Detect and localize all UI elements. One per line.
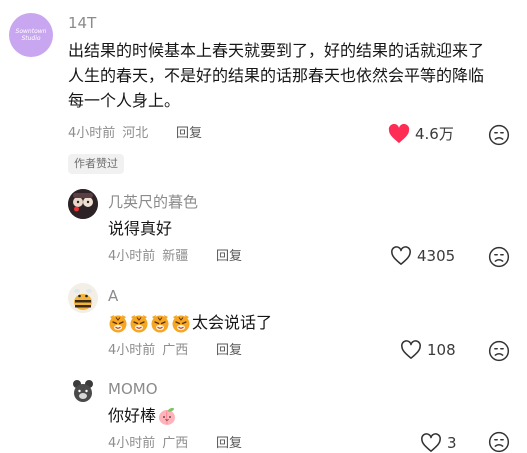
comment-text: 出结果的时候基本上春天就要到了，好的结果的话就迎来了人生的春天，不是好的结果的话… xyxy=(68,41,485,110)
avatar-logo-text: Sowntown Studio xyxy=(15,28,47,42)
comment-meta: 4小时前 广西 xyxy=(108,435,195,453)
avatar-a[interactable] xyxy=(68,283,98,313)
comment-time: 4小时前 xyxy=(68,126,116,141)
comment-text-row: 你好棒 xyxy=(108,403,178,428)
comment-location: 新疆 xyxy=(162,249,189,264)
heart-outline-icon xyxy=(401,340,421,359)
reply-button[interactable]: 回复 xyxy=(216,435,242,453)
comment-time: 4小时前 xyxy=(108,249,156,264)
tiger-face-emoji xyxy=(130,314,148,332)
sad-face-icon[interactable] xyxy=(488,246,510,268)
comment-location: 广西 xyxy=(162,436,189,451)
sad-face-icon[interactable] xyxy=(488,431,510,453)
like-button[interactable]: 4305 xyxy=(390,246,455,266)
comment-author[interactable]: 几英尺的暮色 xyxy=(108,192,198,212)
sad-face-icon[interactable] xyxy=(488,340,510,362)
avatar-14t[interactable]: Sowntown Studio xyxy=(9,13,53,57)
comment-meta: 4小时前 河北 xyxy=(68,125,155,143)
comment-text: 说得真好 xyxy=(108,219,173,238)
comment-time: 4小时前 xyxy=(108,436,156,451)
comment-text: 你好棒 xyxy=(108,406,157,425)
author-liked-badge: 作者赞过 xyxy=(68,154,124,174)
reply-button[interactable]: 回复 xyxy=(216,248,242,266)
comment-location: 河北 xyxy=(122,126,149,141)
heart-outline-icon xyxy=(391,246,411,265)
comment-text-row: 太会说话了 xyxy=(108,310,272,335)
reply-button[interactable]: 回复 xyxy=(176,125,202,143)
comment-location: 广西 xyxy=(162,343,189,358)
like-button[interactable]: 3 xyxy=(420,433,457,453)
avatar-momo[interactable] xyxy=(68,376,98,406)
comment-author[interactable]: A xyxy=(108,286,118,306)
avatar-image xyxy=(68,189,98,219)
like-button[interactable]: 108 xyxy=(400,340,456,360)
sad-face-icon[interactable] xyxy=(488,124,510,146)
reply-button[interactable]: 回复 xyxy=(216,342,242,360)
comment-text: 太会说话了 xyxy=(192,313,273,332)
avatar-image xyxy=(68,283,98,313)
like-count: 108 xyxy=(427,341,456,359)
like-button[interactable]: 4.6万 xyxy=(388,123,454,144)
peach-emoji xyxy=(159,407,176,425)
comment-meta: 4小时前 新疆 xyxy=(108,248,195,266)
tiger-face-emoji xyxy=(151,314,169,332)
like-count: 4305 xyxy=(417,247,456,265)
tiger-face-emoji xyxy=(109,314,127,332)
like-count: 4.6万 xyxy=(415,125,454,143)
heart-filled-icon xyxy=(388,123,410,143)
comment-author[interactable]: 14T xyxy=(68,13,96,33)
comment-author[interactable]: MOMO xyxy=(108,379,158,399)
like-count: 3 xyxy=(447,434,457,452)
comment-meta: 4小时前 广西 xyxy=(108,342,195,360)
avatar-ji-ying-chi[interactable] xyxy=(68,189,98,219)
avatar-image xyxy=(68,376,98,406)
tiger-face-emoji xyxy=(172,314,190,332)
heart-outline-icon xyxy=(421,433,441,452)
comment-time: 4小时前 xyxy=(108,343,156,358)
